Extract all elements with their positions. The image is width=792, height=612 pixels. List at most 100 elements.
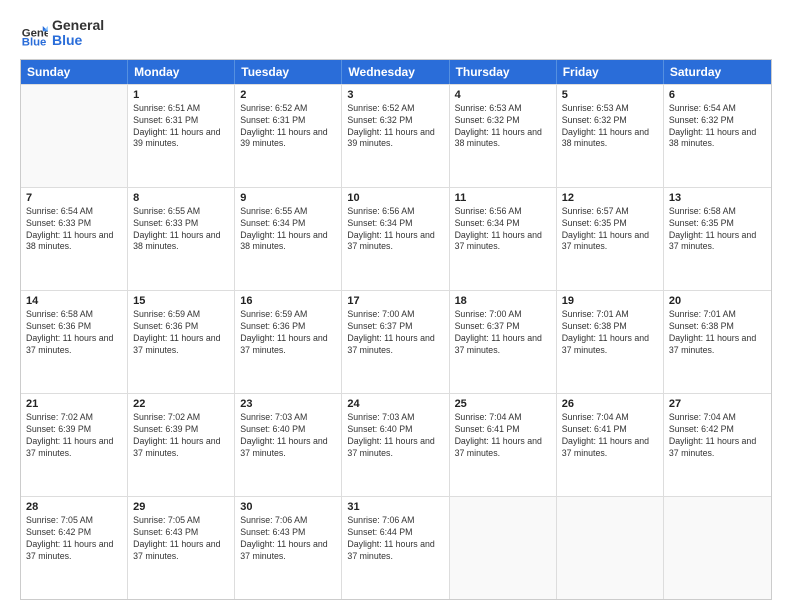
day-info: Sunrise: 7:06 AM Sunset: 6:43 PM Dayligh… bbox=[240, 515, 336, 563]
day-info: Sunrise: 6:59 AM Sunset: 6:36 PM Dayligh… bbox=[240, 309, 336, 357]
day-number: 12 bbox=[562, 192, 658, 204]
day-number: 2 bbox=[240, 89, 336, 101]
day-info: Sunrise: 6:51 AM Sunset: 6:31 PM Dayligh… bbox=[133, 103, 229, 151]
calendar-cell bbox=[21, 85, 128, 187]
day-number: 19 bbox=[562, 295, 658, 307]
calendar-cell bbox=[557, 497, 664, 599]
calendar-cell: 30 Sunrise: 7:06 AM Sunset: 6:43 PM Dayli… bbox=[235, 497, 342, 599]
day-number: 30 bbox=[240, 501, 336, 513]
day-info: Sunrise: 7:01 AM Sunset: 6:38 PM Dayligh… bbox=[562, 309, 658, 357]
day-number: 21 bbox=[26, 398, 122, 410]
day-info: Sunrise: 7:02 AM Sunset: 6:39 PM Dayligh… bbox=[133, 412, 229, 460]
calendar-cell: 25Sunrise: 7:04 AM Sunset: 6:41 PM Dayli… bbox=[450, 394, 557, 496]
calendar-cell: 1 Sunrise: 6:51 AM Sunset: 6:31 PM Daylig… bbox=[128, 85, 235, 187]
day-info: Sunrise: 7:03 AM Sunset: 6:40 PM Dayligh… bbox=[240, 412, 336, 460]
calendar-cell: 17 Sunrise: 7:00 AM Sunset: 6:37 PM Dayli… bbox=[342, 291, 449, 393]
day-number: 8 bbox=[133, 192, 229, 204]
day-number: 5 bbox=[562, 89, 658, 101]
calendar-row: 21 Sunrise: 7:02 AM Sunset: 6:39 PM Dayli… bbox=[21, 393, 771, 496]
calendar-cell: 29 Sunrise: 7:05 AM Sunset: 6:43 PM Dayli… bbox=[128, 497, 235, 599]
calendar-cell: 8 Sunrise: 6:55 AM Sunset: 6:33 PM Daylig… bbox=[128, 188, 235, 290]
logo-icon: General Blue bbox=[20, 19, 48, 47]
day-number: 4 bbox=[455, 89, 551, 101]
calendar-cell: 11 Sunrise: 6:56 AM Sunset: 6:34 PM Dayli… bbox=[450, 188, 557, 290]
day-number: 10 bbox=[347, 192, 443, 204]
day-number: 28 bbox=[26, 501, 122, 513]
calendar: SundayMondayTuesdayWednesdayThursdayFrid… bbox=[20, 59, 772, 600]
calendar-cell: 31 Sunrise: 7:06 AM Sunset: 6:44 PM Dayli… bbox=[342, 497, 449, 599]
day-info: Sunrise: 6:53 AM Sunset: 6:32 PM Dayligh… bbox=[562, 103, 658, 151]
day-info: Sunrise: 7:02 AM Sunset: 6:39 PM Dayligh… bbox=[26, 412, 122, 460]
day-number: 11 bbox=[455, 192, 551, 204]
day-number: 23 bbox=[240, 398, 336, 410]
calendar-row: 28 Sunrise: 7:05 AM Sunset: 6:42 PM Dayli… bbox=[21, 496, 771, 599]
calendar-cell: 28 Sunrise: 7:05 AM Sunset: 6:42 PM Dayli… bbox=[21, 497, 128, 599]
page: General Blue General Blue SundayMondayTu… bbox=[0, 0, 792, 612]
day-info: Sunrise: 7:04 AM Sunset: 6:42 PM Dayligh… bbox=[669, 412, 766, 460]
calendar-row: 14 Sunrise: 6:58 AM Sunset: 6:36 PM Dayli… bbox=[21, 290, 771, 393]
day-number: 22 bbox=[133, 398, 229, 410]
day-info: Sunrise: 7:00 AM Sunset: 6:37 PM Dayligh… bbox=[347, 309, 443, 357]
calendar-cell: 16 Sunrise: 6:59 AM Sunset: 6:36 PM Dayli… bbox=[235, 291, 342, 393]
day-info: Sunrise: 7:05 AM Sunset: 6:43 PM Dayligh… bbox=[133, 515, 229, 563]
day-info: Sunrise: 6:53 AM Sunset: 6:32 PM Dayligh… bbox=[455, 103, 551, 151]
day-info: Sunrise: 6:57 AM Sunset: 6:35 PM Dayligh… bbox=[562, 206, 658, 254]
calendar-body: 1 Sunrise: 6:51 AM Sunset: 6:31 PM Daylig… bbox=[21, 84, 771, 599]
day-info: Sunrise: 6:58 AM Sunset: 6:36 PM Dayligh… bbox=[26, 309, 122, 357]
calendar-cell: 12 Sunrise: 6:57 AM Sunset: 6:35 PM Dayli… bbox=[557, 188, 664, 290]
day-number: 13 bbox=[669, 192, 766, 204]
day-number: 18 bbox=[455, 295, 551, 307]
day-number: 24 bbox=[347, 398, 443, 410]
day-number: 14 bbox=[26, 295, 122, 307]
calendar-row: 7 Sunrise: 6:54 AM Sunset: 6:33 PM Daylig… bbox=[21, 187, 771, 290]
calendar-cell bbox=[450, 497, 557, 599]
calendar-cell: 14 Sunrise: 6:58 AM Sunset: 6:36 PM Dayli… bbox=[21, 291, 128, 393]
calendar-cell: 9 Sunrise: 6:55 AM Sunset: 6:34 PM Daylig… bbox=[235, 188, 342, 290]
day-info: Sunrise: 7:04 AM Sunset: 6:41 PM Dayligh… bbox=[562, 412, 658, 460]
weekday-header: Tuesday bbox=[235, 60, 342, 84]
day-info: Sunrise: 6:59 AM Sunset: 6:36 PM Dayligh… bbox=[133, 309, 229, 357]
day-number: 3 bbox=[347, 89, 443, 101]
calendar-cell bbox=[664, 497, 771, 599]
calendar-cell: 7 Sunrise: 6:54 AM Sunset: 6:33 PM Daylig… bbox=[21, 188, 128, 290]
day-number: 27 bbox=[669, 398, 766, 410]
day-info: Sunrise: 7:06 AM Sunset: 6:44 PM Dayligh… bbox=[347, 515, 443, 563]
day-info: Sunrise: 6:56 AM Sunset: 6:34 PM Dayligh… bbox=[455, 206, 551, 254]
calendar-cell: 2 Sunrise: 6:52 AM Sunset: 6:31 PM Daylig… bbox=[235, 85, 342, 187]
calendar-cell: 10Sunrise: 6:56 AM Sunset: 6:34 PM Dayli… bbox=[342, 188, 449, 290]
calendar-cell: 15 Sunrise: 6:59 AM Sunset: 6:36 PM Dayli… bbox=[128, 291, 235, 393]
weekday-header: Saturday bbox=[664, 60, 771, 84]
calendar-cell: 19 Sunrise: 7:01 AM Sunset: 6:38 PM Dayli… bbox=[557, 291, 664, 393]
weekday-header: Friday bbox=[557, 60, 664, 84]
header: General Blue General Blue bbox=[20, 18, 772, 49]
day-info: Sunrise: 7:04 AM Sunset: 6:41 PM Dayligh… bbox=[455, 412, 551, 460]
calendar-cell: 21 Sunrise: 7:02 AM Sunset: 6:39 PM Dayli… bbox=[21, 394, 128, 496]
day-info: Sunrise: 6:52 AM Sunset: 6:32 PM Dayligh… bbox=[347, 103, 443, 151]
day-info: Sunrise: 7:03 AM Sunset: 6:40 PM Dayligh… bbox=[347, 412, 443, 460]
day-number: 31 bbox=[347, 501, 443, 513]
calendar-cell: 27 Sunrise: 7:04 AM Sunset: 6:42 PM Dayli… bbox=[664, 394, 771, 496]
weekday-header: Monday bbox=[128, 60, 235, 84]
calendar-cell: 18Sunrise: 7:00 AM Sunset: 6:37 PM Dayli… bbox=[450, 291, 557, 393]
day-number: 7 bbox=[26, 192, 122, 204]
day-number: 15 bbox=[133, 295, 229, 307]
day-info: Sunrise: 6:55 AM Sunset: 6:34 PM Dayligh… bbox=[240, 206, 336, 254]
calendar-cell: 4 Sunrise: 6:53 AM Sunset: 6:32 PM Daylig… bbox=[450, 85, 557, 187]
day-number: 1 bbox=[133, 89, 229, 101]
calendar-cell: 3 Sunrise: 6:52 AM Sunset: 6:32 PM Daylig… bbox=[342, 85, 449, 187]
calendar-cell: 5 Sunrise: 6:53 AM Sunset: 6:32 PM Daylig… bbox=[557, 85, 664, 187]
calendar-cell: 20Sunrise: 7:01 AM Sunset: 6:38 PM Dayli… bbox=[664, 291, 771, 393]
day-number: 29 bbox=[133, 501, 229, 513]
day-info: Sunrise: 6:54 AM Sunset: 6:33 PM Dayligh… bbox=[26, 206, 122, 254]
svg-text:Blue: Blue bbox=[22, 37, 47, 48]
day-number: 9 bbox=[240, 192, 336, 204]
calendar-cell: 23 Sunrise: 7:03 AM Sunset: 6:40 PM Dayli… bbox=[235, 394, 342, 496]
day-info: Sunrise: 7:01 AM Sunset: 6:38 PM Dayligh… bbox=[669, 309, 766, 357]
day-number: 6 bbox=[669, 89, 766, 101]
calendar-cell: 24 Sunrise: 7:03 AM Sunset: 6:40 PM Dayli… bbox=[342, 394, 449, 496]
day-info: Sunrise: 7:05 AM Sunset: 6:42 PM Dayligh… bbox=[26, 515, 122, 563]
day-info: Sunrise: 6:55 AM Sunset: 6:33 PM Dayligh… bbox=[133, 206, 229, 254]
day-info: Sunrise: 6:52 AM Sunset: 6:31 PM Dayligh… bbox=[240, 103, 336, 151]
day-number: 17 bbox=[347, 295, 443, 307]
day-number: 16 bbox=[240, 295, 336, 307]
